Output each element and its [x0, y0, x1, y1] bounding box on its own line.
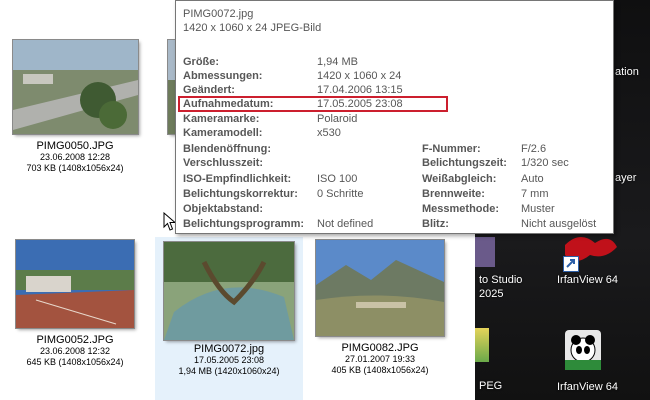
- tooltip-label: Kameramodell:: [183, 127, 263, 139]
- sports-field-photo: [16, 240, 134, 328]
- irfanview-panda-icon[interactable]: [565, 330, 601, 370]
- jpeg-app-icon[interactable]: [475, 328, 489, 362]
- tooltip-label: Belichtungszeit:: [422, 157, 507, 169]
- tooltip-label: Messmethode:: [422, 203, 500, 215]
- tooltip-label: Blendenöffnung:: [183, 143, 271, 155]
- thumbnail-item[interactable]: PIMG0082.JPG 27.01.2007 19:33 405 KB (14…: [310, 240, 450, 400]
- thumbnail-filename: PIMG0050.JPG: [36, 140, 114, 152]
- thumbnail-image[interactable]: [12, 40, 138, 134]
- tooltip-value: ISO 100: [317, 173, 358, 185]
- tooltip-label: Belichtungsprogramm:: [183, 218, 305, 230]
- tooltip-label: Blitz:: [422, 218, 449, 230]
- desktop-icon-label[interactable]: IrfanView 64: [557, 381, 618, 393]
- tooltip-label: ISO-Empfindlichkeit:: [183, 173, 292, 185]
- thumbnail-filename: PIMG0072.jpg: [193, 343, 265, 355]
- tooltip-label: Größe:: [183, 56, 220, 68]
- desktop-icon-label[interactable]: 2025: [479, 288, 503, 300]
- thumbnail-date: 23.06.2008 12:32: [39, 346, 111, 356]
- tooltip-label: F-Nummer:: [422, 143, 481, 155]
- shortcut-arrow-icon[interactable]: [563, 256, 579, 272]
- tooltip-value: 1/320 sec: [521, 157, 569, 169]
- thumbnail-item[interactable]: PIMG0050.JPG 23.06.2008 12:28 703 KB (14…: [5, 40, 145, 200]
- thumbnail-size: 405 KB (1408x1056x24): [331, 365, 429, 375]
- tooltip-value: Nicht ausgelöst: [521, 218, 597, 230]
- desktop-icon-label[interactable]: ayer: [615, 172, 636, 184]
- thumbnail-size: 645 KB (1408x1056x24): [26, 357, 124, 367]
- file-info-tooltip: PIMG0072.jpg 1420 x 1060 x 24 JPEG-Bild …: [175, 0, 614, 234]
- tooltip-label: Kameramarke:: [183, 113, 260, 125]
- thumbnail-date: 17.05.2005 23:08: [193, 355, 265, 365]
- studio-app-icon[interactable]: [475, 237, 495, 267]
- thumbnail-filename: PIMG0052.JPG: [36, 334, 114, 346]
- tree-by-water-photo: [164, 242, 294, 340]
- thumbnail-size: 703 KB (1408x1056x24): [26, 163, 124, 173]
- aerial-street-photo: [12, 40, 138, 134]
- thumbnail-date: 27.01.2007 19:33: [344, 354, 416, 364]
- tooltip-value: Auto: [521, 173, 544, 185]
- desktop-icon-label[interactable]: IrfanView 64: [557, 274, 618, 286]
- tooltip-value: x530: [317, 127, 341, 139]
- thumbnail-item-selected[interactable]: PIMG0072.jpg 17.05.2005 23:08 1,94 MB (1…: [155, 237, 303, 400]
- tooltip-value: Not defined: [317, 218, 374, 230]
- desktop-icon-label[interactable]: PEG: [479, 380, 502, 392]
- tooltip-label: Weißabgleich:: [422, 173, 497, 185]
- tooltip-filename: PIMG0072.jpg: [183, 8, 254, 20]
- desktop-icon-label[interactable]: to Studio: [479, 274, 522, 286]
- tooltip-value: Muster: [521, 203, 555, 215]
- tooltip-label: Brennweite:: [422, 188, 485, 200]
- tooltip-value: 1420 x 1060 x 24: [317, 70, 402, 82]
- thumbnail-date: 23.06.2008 12:28: [39, 152, 111, 162]
- tooltip-subtitle: 1420 x 1060 x 24 JPEG-Bild: [183, 22, 322, 34]
- thumbnail-item[interactable]: PIMG0052.JPG 23.06.2008 12:32 645 KB (14…: [5, 240, 145, 400]
- tooltip-label: Verschlusszeit:: [183, 157, 264, 169]
- thumbnail-image[interactable]: [164, 242, 294, 340]
- desktop-icon-label[interactable]: ation: [615, 66, 639, 78]
- tooltip-value: 0 Schritte: [317, 188, 364, 200]
- mountain-valley-photo: [316, 240, 444, 336]
- tooltip-label: Objektabstand:: [183, 203, 264, 215]
- thumbnail-image[interactable]: [16, 240, 134, 328]
- highlight-box: [178, 96, 448, 112]
- thumbnail-image[interactable]: [316, 240, 444, 336]
- thumbnail-size: 1,94 MB (1420x1060x24): [178, 366, 280, 376]
- tooltip-value: 7 mm: [521, 188, 549, 200]
- tooltip-label: Belichtungskorrektur:: [183, 188, 298, 200]
- thumbnail-filename: PIMG0082.JPG: [341, 342, 419, 354]
- tooltip-label: Abmessungen:: [183, 70, 263, 82]
- tooltip-value: Polaroid: [317, 113, 358, 125]
- tooltip-value: F/2.6: [521, 143, 547, 155]
- tooltip-value: 1,94 MB: [317, 56, 358, 68]
